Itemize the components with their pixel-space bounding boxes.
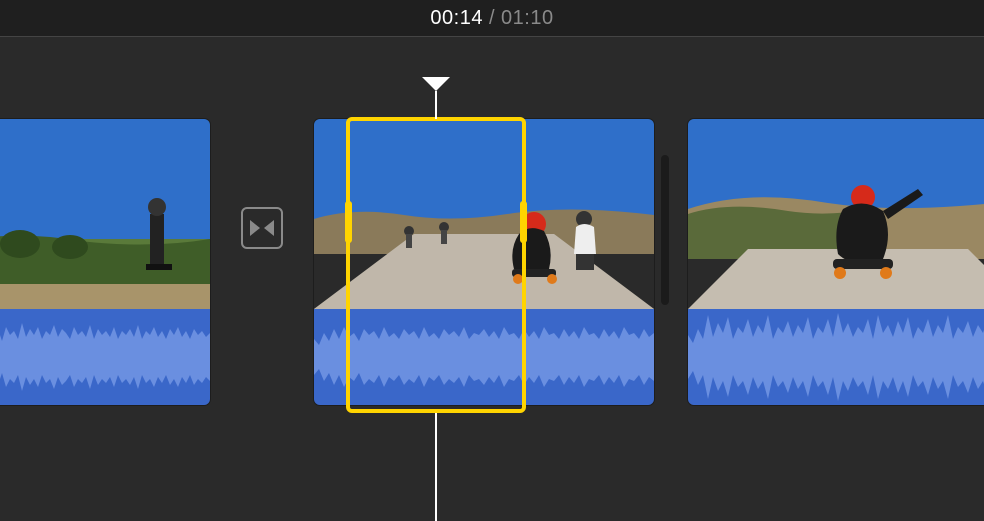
timeline-clip[interactable]: [688, 119, 984, 405]
clip-audio-track[interactable]: [688, 309, 984, 405]
timecode-current: 00:14: [430, 7, 483, 30]
timecode-bar: 00:14 / 01:10: [0, 0, 984, 36]
playhead-line[interactable]: [435, 91, 437, 119]
clip-thumbnail: [688, 119, 984, 309]
playhead-line[interactable]: [435, 413, 437, 521]
waveform-icon: [314, 357, 654, 405]
selection-right-handle[interactable]: [520, 201, 527, 243]
clip-audio-track[interactable]: [0, 309, 210, 405]
timecode-separator: /: [489, 7, 495, 30]
timeline-clip[interactable]: [314, 119, 654, 405]
clip-thumbnail: [314, 119, 654, 309]
clip-edge-handle[interactable]: [661, 155, 669, 305]
waveform-icon: [0, 357, 210, 405]
timeline[interactable]: [0, 37, 984, 521]
clip-thumbnail: [0, 119, 210, 309]
waveform-icon: [688, 309, 984, 357]
selection-left-handle[interactable]: [345, 201, 352, 243]
timecode-total: 01:10: [501, 7, 554, 30]
playhead-marker-icon[interactable]: [422, 77, 450, 91]
waveform-icon: [314, 309, 654, 357]
clip-audio-track[interactable]: [314, 309, 654, 405]
waveform-icon: [688, 357, 984, 405]
transition-cross-dissolve-icon[interactable]: [241, 207, 283, 249]
timeline-clip[interactable]: [0, 119, 210, 405]
waveform-icon: [0, 309, 210, 357]
